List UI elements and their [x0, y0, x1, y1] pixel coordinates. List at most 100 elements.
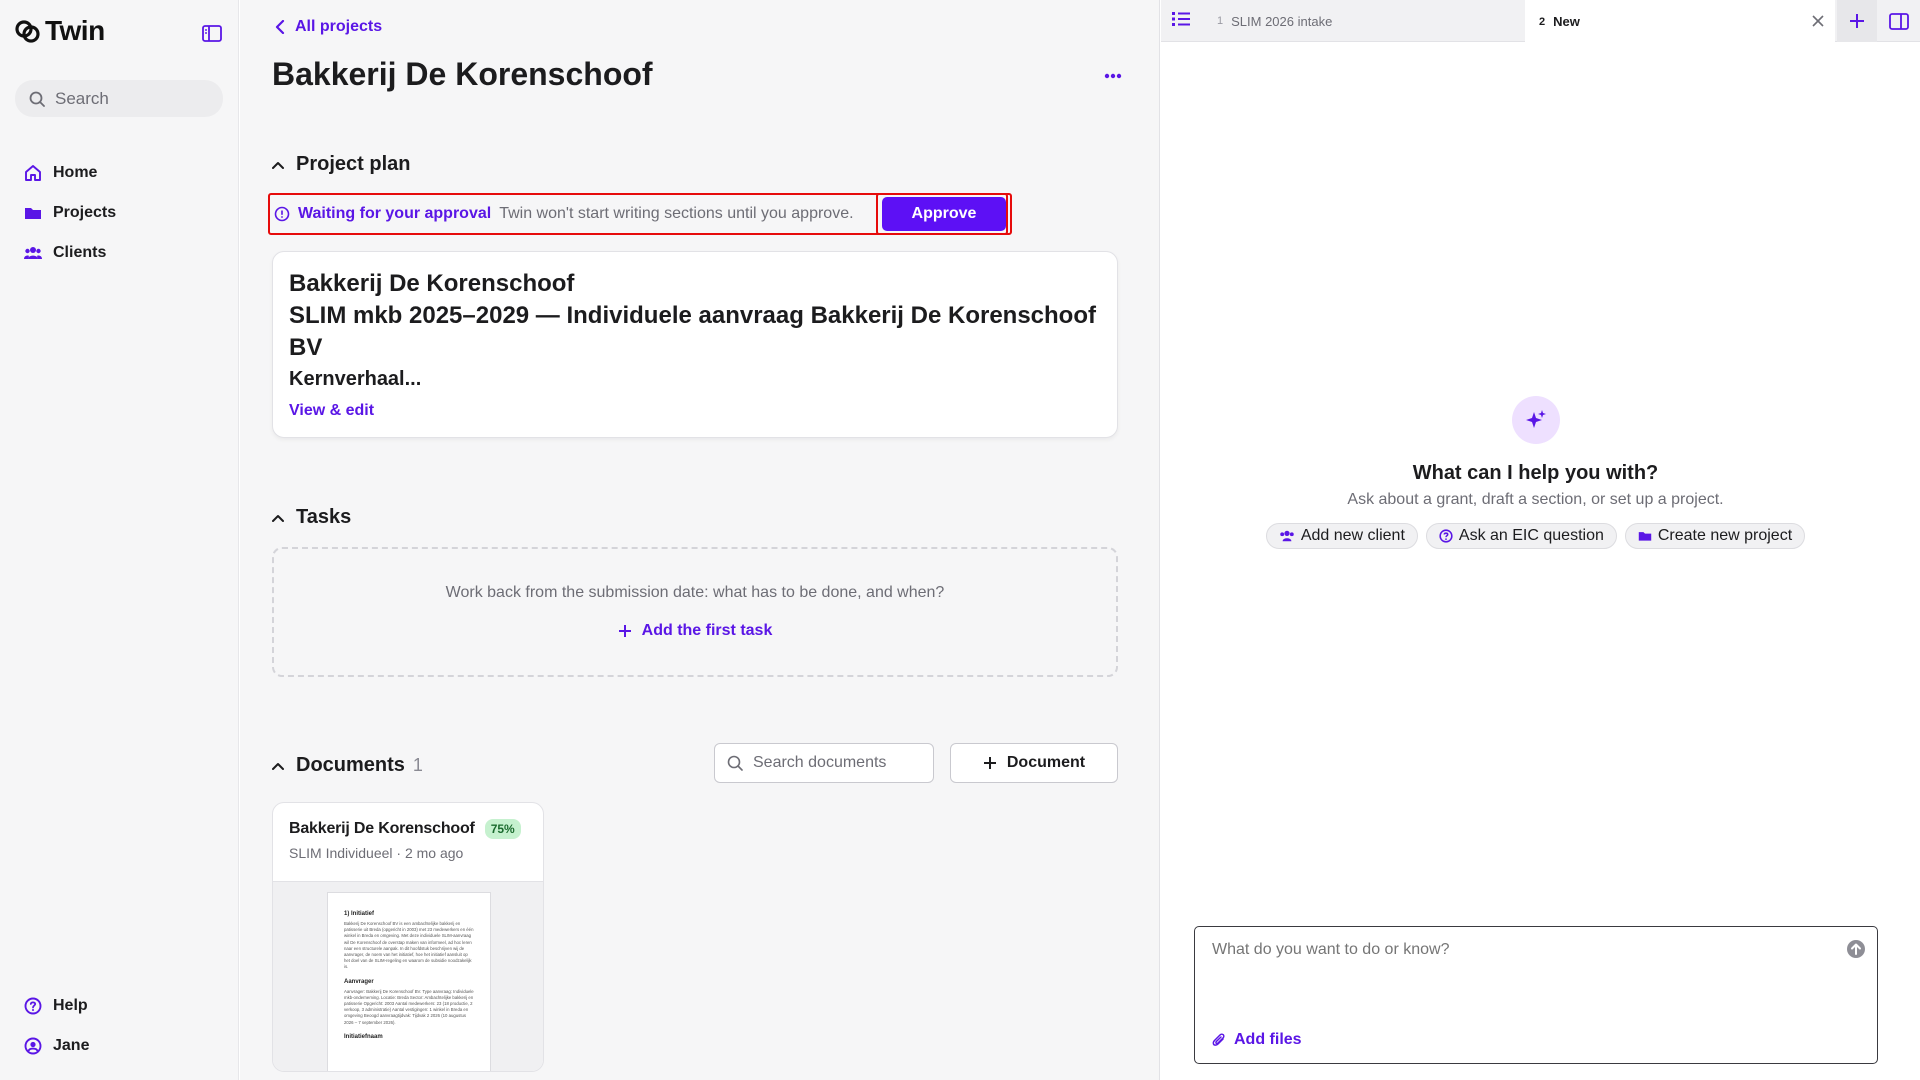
section-title: Project plan [296, 153, 411, 175]
view-edit-link[interactable]: View & edit [289, 402, 374, 420]
app-logo[interactable]: Twin [15, 16, 105, 46]
approval-status: Waiting for your approval [274, 205, 491, 223]
sparkle-icon [1525, 410, 1546, 428]
plus-icon [983, 757, 996, 769]
toggle-panel-button[interactable] [1879, 0, 1919, 42]
section-title: Tasks [296, 506, 352, 528]
app-name: Twin [45, 15, 105, 46]
project-plan-card: Bakkerij De Korenschoof SLIM mkb 2025–20… [272, 251, 1118, 438]
document-meta: SLIM Individueel · 2 mo ago [289, 845, 464, 861]
preview-paragraph: Bakkerij De Korenschoof BV is een ambach… [344, 921, 474, 970]
tab-number: 2 [1539, 15, 1546, 28]
twin-logo-icon [15, 20, 40, 43]
sidebar-item-user[interactable]: Jane [24, 1026, 89, 1066]
approve-button-highlight: Approve [876, 193, 1012, 235]
users-icon [1280, 530, 1294, 542]
preview-heading: Initiatiefnaam [344, 1033, 383, 1040]
preview-heading: Aanvrager [344, 978, 374, 985]
help-icon [24, 997, 42, 1015]
add-task-label: Add the first task [641, 622, 773, 639]
document-page-thumbnail: 1) Initiatief Bakkerij De Korenschoof BV… [327, 892, 491, 1071]
sidebar-item-home[interactable]: Home [24, 153, 116, 193]
tab-bar: 1 SLIM 2026 intake 2 New [1161, 0, 1920, 43]
plan-card-excerpt: Kernverhaal... [289, 368, 422, 390]
plan-card-subtitle: SLIM mkb 2025–2029 — Individuele aanvraa… [289, 302, 1096, 361]
sidebar-toggle-icon [202, 24, 222, 42]
sidebar-search[interactable]: Search [15, 80, 223, 117]
assistant-welcome: What can I help you with? Ask about a gr… [1161, 396, 1910, 549]
create-new-project-chip[interactable]: Create new project [1624, 523, 1806, 549]
add-files-button[interactable]: Add files [1212, 1031, 1302, 1049]
chevron-up-icon [272, 161, 284, 169]
back-to-projects-link[interactable]: All projects [275, 18, 382, 36]
section-title: Documents [296, 754, 405, 776]
tab-list-button[interactable] [1171, 10, 1193, 32]
ask-eic-question-chip[interactable]: Ask an EIC question [1425, 523, 1617, 549]
sidebar-item-label: Clients [53, 244, 107, 261]
search-icon [29, 91, 45, 107]
sidebar-item-label: Projects [53, 204, 117, 221]
sidebar-item-help[interactable]: Help [24, 986, 89, 1026]
alert-circle-icon [274, 206, 290, 222]
tab-label: New [1553, 14, 1580, 29]
back-link-label: All projects [295, 18, 383, 35]
suggestion-chips: Add new client Ask an EIC question Creat… [1265, 523, 1806, 549]
tab-number: 1 [1217, 15, 1224, 27]
project-main: All projects Bakkerij De Korenschoof Pro… [240, 0, 1160, 1080]
approval-text: Twin won't start writing sections until … [499, 205, 854, 222]
send-button[interactable] [1846, 939, 1866, 959]
chip-label: Ask an EIC question [1458, 527, 1604, 544]
preview-heading: 1) Initiatief [344, 911, 375, 917]
sidebar-item-label: Jane [53, 1037, 90, 1054]
add-new-client-chip[interactable]: Add new client [1265, 523, 1418, 549]
sidebar-item-label: Home [53, 164, 98, 181]
sidebar-item-projects[interactable]: Projects [24, 193, 116, 233]
assistant-panel: 1 SLIM 2026 intake 2 New What can I help… [1161, 0, 1920, 1080]
add-document-button[interactable]: Document [950, 743, 1118, 783]
assistant-subtitle: Ask about a grant, draft a section, or s… [1347, 491, 1724, 508]
paperclip-icon [1212, 1033, 1225, 1046]
documents-toggle[interactable]: Documents 1 [272, 754, 423, 777]
tasks-toggle[interactable]: Tasks [272, 506, 351, 529]
folder-icon [25, 208, 41, 219]
chat-composer: Add files [1194, 926, 1878, 1064]
tab-new[interactable]: 2 New [1525, 0, 1835, 43]
sidebar-item-label: Help [53, 997, 88, 1014]
page-title: Bakkerij De Korenschoof [272, 56, 653, 92]
approve-button[interactable]: Approve [882, 197, 1006, 231]
close-tab-button[interactable] [1809, 12, 1827, 30]
new-tab-button[interactable] [1837, 0, 1877, 42]
list-icon [1172, 12, 1190, 26]
sidebar-item-clients[interactable]: Clients [24, 233, 116, 273]
home-icon [25, 165, 41, 181]
help-icon [1439, 529, 1453, 543]
add-first-task-button[interactable]: Add the first task [618, 622, 773, 640]
tab-label: SLIM 2026 intake [1231, 13, 1333, 29]
users-icon [24, 247, 42, 259]
close-icon [1812, 15, 1824, 27]
sidebar-nav: Home Projects Clients [24, 153, 116, 273]
search-icon [727, 755, 743, 771]
split-panel-icon [1889, 12, 1909, 30]
plus-icon [1850, 14, 1864, 28]
tasks-empty-state: Work back from the submission date: what… [272, 547, 1118, 677]
more-horizontal-icon [1104, 73, 1122, 79]
sidebar-bottom-nav: Help Jane [24, 986, 89, 1066]
document-card[interactable]: Bakkerij De Korenschoof 75% SLIM Individ… [272, 802, 544, 1072]
add-files-label: Add files [1234, 1031, 1302, 1048]
sparkle-badge [1511, 396, 1560, 444]
chat-input[interactable] [1212, 941, 1812, 959]
chip-label: Create new project [1657, 527, 1793, 544]
documents-search-input[interactable]: Search documents [714, 743, 934, 783]
tab-slim-intake[interactable]: 1 SLIM 2026 intake [1203, 0, 1525, 42]
chevron-up-icon [272, 514, 284, 522]
collapse-sidebar-button[interactable] [199, 22, 225, 44]
plan-card-title: Bakkerij De Korenschoof [289, 270, 575, 297]
project-plan-toggle[interactable]: Project plan [272, 153, 410, 176]
documents-search-placeholder: Search documents [753, 754, 887, 771]
user-icon [24, 1037, 42, 1055]
progress-badge: 75% [484, 819, 521, 839]
plus-icon [618, 625, 631, 637]
more-options-button[interactable] [1098, 62, 1128, 90]
document-title: Bakkerij De Korenschoof [289, 820, 475, 837]
